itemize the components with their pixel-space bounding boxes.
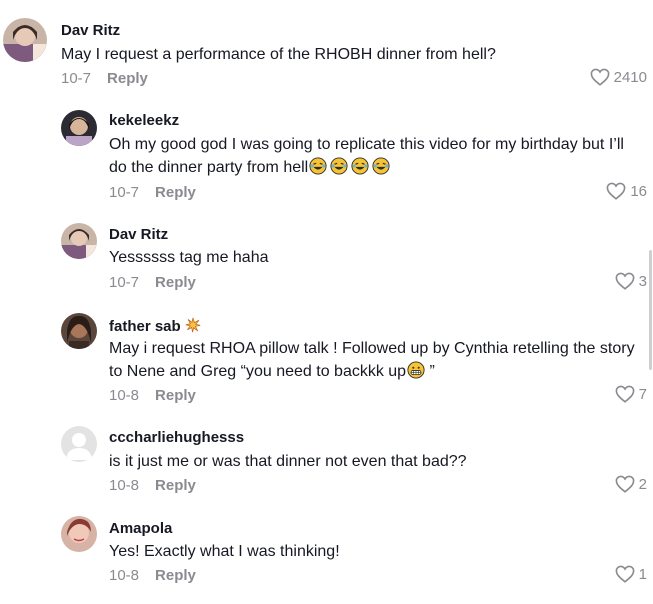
like-button[interactable]: 2410 (590, 68, 647, 86)
comment-text: May i request RHOA pillow talk ! Followe… (109, 337, 649, 383)
comment-username[interactable]: Amapola (109, 520, 172, 537)
comment-meta: 10-7 Reply (109, 274, 196, 291)
comment-text-segment: to Nene and Greg “you need to backkk up (109, 363, 407, 380)
laughing-crying-emoji-icon (351, 157, 369, 175)
like-button[interactable]: 1 (615, 565, 647, 583)
like-button[interactable]: 7 (615, 385, 647, 403)
reply-button[interactable]: Reply (155, 184, 196, 201)
reply-button[interactable]: Reply (155, 567, 196, 584)
comment-item: Amapola Yes! Exactly what I was thinking… (0, 510, 653, 604)
like-count: 16 (630, 182, 647, 200)
comment-meta: 10-8 Reply (109, 477, 196, 494)
comment-date: 10-7 (109, 184, 140, 201)
comment-item: Dav Ritz May I request a performance of … (0, 0, 653, 100)
user-photo-icon (61, 516, 97, 552)
avatar[interactable] (61, 313, 97, 349)
comment-text-segment: do the dinner party from hell (109, 159, 309, 176)
reply-button[interactable]: Reply (155, 387, 196, 404)
avatar[interactable] (61, 426, 97, 462)
comment-meta: 10-8 Reply (109, 567, 196, 584)
scrollbar-thumb[interactable] (649, 250, 652, 370)
user-photo-icon (61, 110, 97, 146)
comment-text: May I request a performance of the RHOBH… (61, 46, 496, 63)
like-button[interactable]: 3 (615, 272, 647, 290)
heart-outline-icon (615, 272, 635, 290)
like-count: 1 (638, 565, 647, 583)
like-count: 2410 (613, 68, 647, 86)
comment-username[interactable]: father sab (109, 317, 201, 335)
comment-item: kekeleekz Oh my good god I was going to … (0, 100, 653, 215)
comment-username[interactable]: Dav Ritz (61, 22, 120, 39)
comment-item: cccharliehughesss is it just me or was t… (0, 420, 653, 510)
avatar[interactable] (3, 18, 47, 62)
comment-date: 10-8 (109, 387, 140, 404)
comment-text: Oh my good god I was going to replicate … (109, 133, 649, 179)
comment-username[interactable]: Dav Ritz (109, 226, 168, 243)
comment-item: Dav Ritz Yessssss tag me haha 10-7 Reply … (0, 215, 653, 305)
comment-username-text: father sab (109, 318, 181, 335)
comment-item: father sab May i request RHOA pillow tal… (0, 305, 653, 420)
comment-meta: 10-7 Reply (61, 70, 148, 87)
reply-button[interactable]: Reply (107, 70, 148, 87)
like-count: 2 (638, 475, 647, 493)
heart-outline-icon (615, 385, 635, 403)
comment-text: Yes! Exactly what I was thinking! (109, 543, 340, 560)
comment-text: is it just me or was that dinner not eve… (109, 453, 467, 470)
laughing-crying-emoji-icon (372, 157, 390, 175)
heart-outline-icon (615, 565, 635, 583)
user-photo-icon (3, 18, 47, 62)
user-photo-icon (61, 313, 97, 349)
like-button[interactable]: 16 (606, 182, 647, 200)
laughing-crying-emoji-icon (330, 157, 348, 175)
laughing-crying-emoji-icon (309, 157, 327, 175)
comment-text: Yessssss tag me haha (109, 249, 269, 266)
comment-date: 10-8 (109, 567, 140, 584)
like-count: 7 (638, 385, 647, 403)
heart-outline-icon (606, 182, 626, 200)
comment-meta: 10-7 Reply (109, 184, 196, 201)
comment-text-line: to Nene and Greg “you need to backkk up … (109, 360, 649, 383)
comment-text-line: May i request RHOA pillow talk ! Followe… (109, 340, 635, 357)
comment-date: 10-7 (61, 70, 92, 87)
comment-date: 10-7 (109, 274, 140, 291)
grimacing-face-emoji-icon (407, 361, 425, 379)
comment-list: Dav Ritz May I request a performance of … (0, 0, 653, 604)
reply-button[interactable]: Reply (155, 477, 196, 494)
sparkle-burst-icon (185, 317, 200, 333)
comment-username[interactable]: kekeleekz (109, 112, 179, 129)
heart-outline-icon (590, 68, 610, 86)
avatar[interactable] (61, 110, 97, 146)
comment-text-line: do the dinner party from hell (109, 156, 649, 179)
comment-meta: 10-8 Reply (109, 387, 196, 404)
user-photo-icon (61, 223, 97, 259)
heart-outline-icon (615, 475, 635, 493)
avatar[interactable] (61, 223, 97, 259)
comment-text-segment: ” (425, 363, 435, 380)
avatar[interactable] (61, 516, 97, 552)
like-count: 3 (638, 272, 647, 290)
reply-button[interactable]: Reply (155, 274, 196, 291)
like-button[interactable]: 2 (615, 475, 647, 493)
comment-text-line: Oh my good god I was going to replicate … (109, 136, 624, 153)
default-avatar-icon (61, 426, 97, 462)
comment-date: 10-8 (109, 477, 140, 494)
comment-username[interactable]: cccharliehughesss (109, 429, 244, 446)
